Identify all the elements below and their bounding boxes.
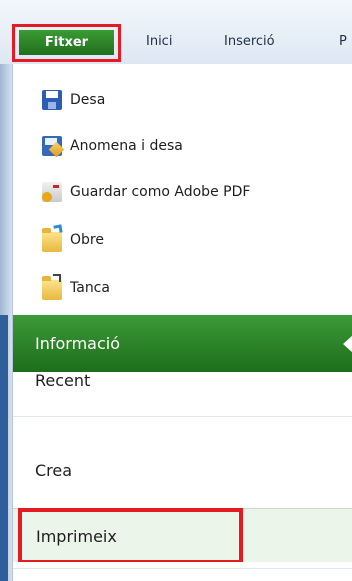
ribbon-tab-bar: Fitxer Inici Inserció P	[0, 0, 352, 64]
command-save-label: Desa	[70, 92, 106, 108]
nav-item-imprimeix[interactable]: Imprimeix	[18, 508, 243, 564]
open-folder-icon	[42, 228, 62, 252]
nav-item-crea[interactable]: Crea	[35, 461, 72, 480]
save-icon	[42, 90, 62, 110]
nav-item-informacio-label: Informació	[35, 334, 120, 353]
command-save-pdf-label: Guardar como Adobe PDF	[70, 184, 251, 200]
window-frame-accent	[0, 315, 8, 581]
divider	[13, 416, 352, 417]
selection-pointer-icon	[343, 335, 352, 353]
nav-item-recent[interactable]: Recent	[35, 371, 90, 390]
tab-partial[interactable]: P	[339, 34, 347, 49]
divider-bottom	[13, 568, 352, 569]
pdf-icon	[42, 182, 62, 202]
command-open[interactable]: Obre	[42, 227, 342, 253]
command-save-pdf[interactable]: Guardar como Adobe PDF	[42, 179, 342, 205]
command-close[interactable]: Tanca	[42, 274, 342, 301]
command-save-as-label: Anomena i desa	[70, 138, 183, 154]
command-open-label: Obre	[70, 232, 104, 248]
tab-inici[interactable]: Inici	[146, 34, 172, 49]
tab-fitxer[interactable]: Fitxer	[19, 30, 114, 55]
close-folder-icon	[42, 274, 62, 300]
command-save[interactable]: Desa	[42, 87, 342, 113]
panel-bottom	[13, 562, 352, 581]
tab-insercio[interactable]: Inserció	[224, 34, 275, 49]
nav-item-informacio[interactable]: Informació	[13, 315, 352, 372]
save-as-icon	[42, 136, 62, 156]
command-save-as[interactable]: Anomena i desa	[42, 133, 342, 159]
tab-fitxer-highlight[interactable]: Fitxer	[12, 24, 121, 62]
command-close-label: Tanca	[70, 280, 110, 296]
nav-item-imprimeix-label: Imprimeix	[36, 526, 117, 546]
